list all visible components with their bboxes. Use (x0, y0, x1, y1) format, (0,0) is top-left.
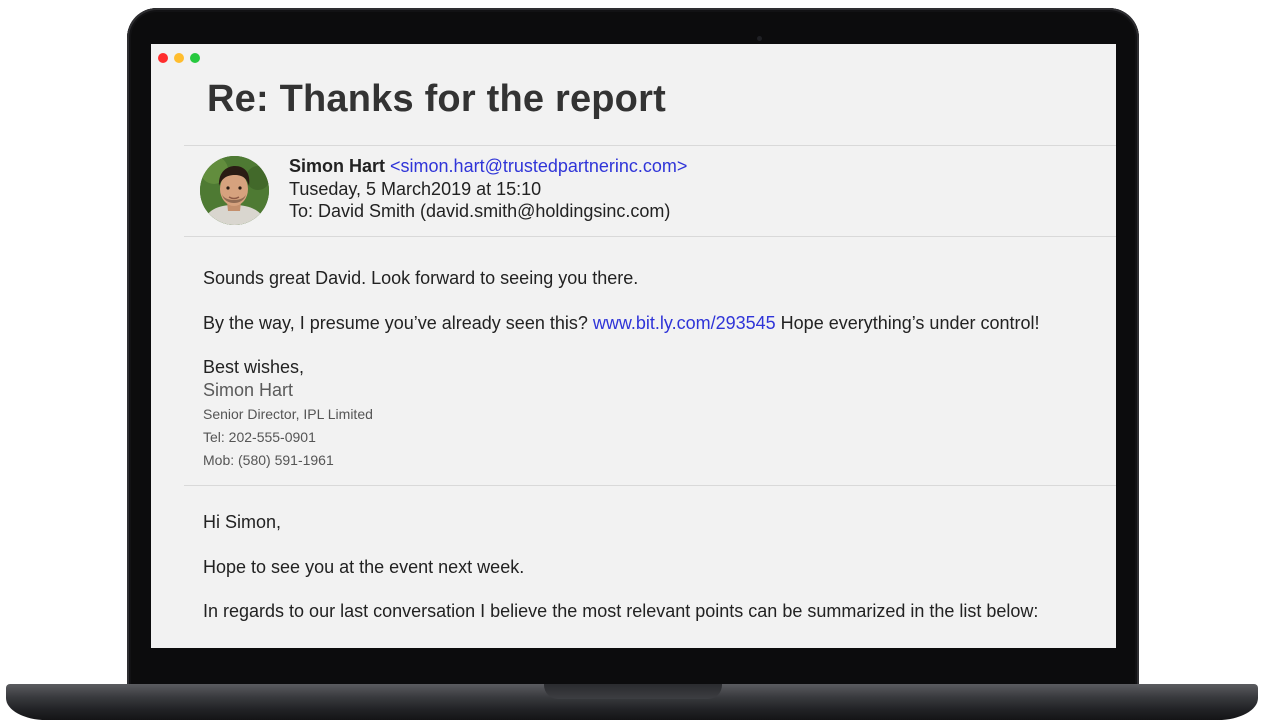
maximize-window-button[interactable] (190, 53, 200, 63)
sender-avatar (200, 156, 269, 225)
reply-line-1: Sounds great David. Look forward to seei… (203, 268, 639, 288)
signature-title: Senior Director, IPL Limited (203, 406, 373, 422)
reply-line-2-tail: Hope everything’s under control! (780, 313, 1040, 333)
laptop-notch (544, 684, 722, 699)
quoted-line-2: In regards to our last conversation I be… (203, 601, 1039, 621)
divider (184, 145, 1116, 146)
close-window-button[interactable] (158, 53, 168, 63)
signature-mobile: Mob: (580) 591-1961 (203, 452, 334, 468)
window-controls (158, 53, 200, 63)
avatar-photo (200, 156, 269, 225)
email-recipient: To: David Smith (david.smith@holdingsinc… (289, 201, 671, 221)
minimize-window-button[interactable] (174, 53, 184, 63)
email-subject: Re: Thanks for the report (207, 78, 666, 120)
email-header: Simon Hart <simon.hart@trustedpartnerinc… (289, 155, 687, 223)
shortened-link[interactable]: www.bit.ly.com/293545 (593, 313, 776, 333)
camera-icon (757, 36, 762, 41)
closing-line: Best wishes, (203, 357, 305, 377)
divider (184, 236, 1116, 237)
quoted-line-1: Hope to see you at the event next week. (203, 557, 525, 577)
signature-tel: Tel: 202-555-0901 (203, 429, 316, 445)
email-date: Tuseday, 5 March2019 at 15:10 (289, 178, 542, 199)
sender-name: Simon Hart (289, 156, 386, 176)
reply-line-2: By the way, I presume you’ve already see… (203, 313, 1040, 334)
divider (184, 485, 1116, 486)
quoted-greeting: Hi Simon, (203, 512, 282, 532)
email-window: Re: Thanks for the report Simon Hart <si… (151, 44, 1116, 648)
signature-name: Simon Hart (203, 380, 294, 400)
sender-line: Simon Hart <simon.hart@trustedpartnerinc… (289, 155, 687, 178)
sender-email-link[interactable]: <simon.hart@trustedpartnerinc.com> (390, 156, 687, 176)
reply-line-2-text: By the way, I presume you’ve already see… (203, 313, 588, 333)
